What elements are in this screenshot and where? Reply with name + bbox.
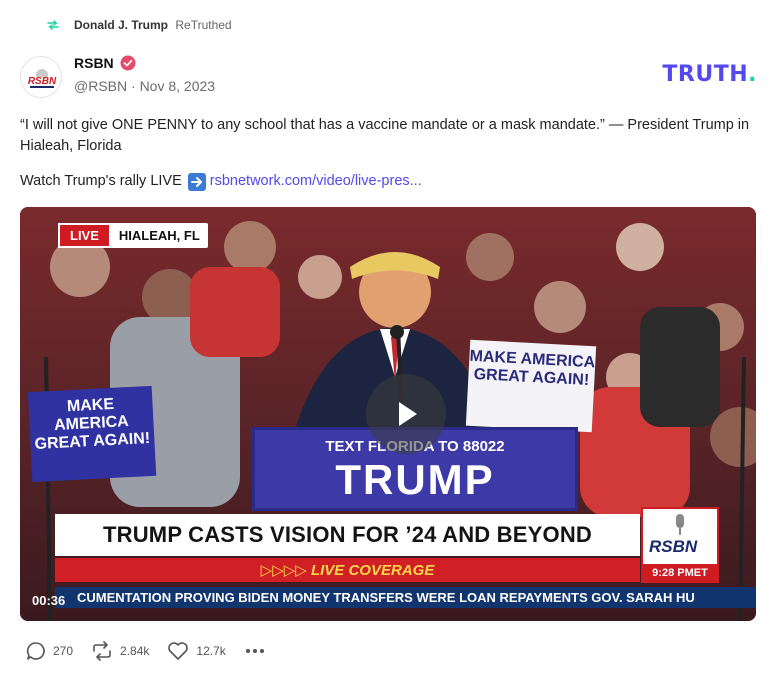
reply-button[interactable]: 270 bbox=[26, 641, 73, 661]
truth-logo[interactable]: TRUTH. bbox=[662, 62, 757, 87]
live-coverage-bar: ▷▷▷▷ LIVE COVERAGE bbox=[55, 558, 640, 582]
watch-line: Watch Trump's rally LIVE rsbnetwork.com/… bbox=[20, 171, 422, 192]
author-handle[interactable]: @RSBN bbox=[74, 78, 127, 94]
reply-icon bbox=[26, 642, 45, 660]
truth-logo-dot: . bbox=[748, 62, 757, 87]
avatar-text: RSBN bbox=[28, 76, 57, 87]
avatar[interactable]: RSBN bbox=[20, 56, 62, 98]
video-headline: TRUMP CASTS VISION FOR ’24 AND BEYOND bbox=[55, 514, 640, 556]
heart-icon bbox=[168, 642, 189, 660]
retruth-count: 2.84k bbox=[120, 644, 150, 658]
news-ticker: CUMENTATION PROVING BIDEN MONEY TRANSFER… bbox=[55, 587, 756, 608]
microphone-icon bbox=[676, 514, 684, 535]
truth-logo-text: TRUTH bbox=[662, 62, 749, 87]
like-button[interactable]: 12.7k bbox=[167, 641, 226, 661]
meta-separator: · bbox=[131, 78, 136, 94]
rsbn-bug-time: 9:28 PMET bbox=[643, 564, 717, 581]
rsbn-bug: RSBN 9:28 PMET bbox=[641, 507, 719, 583]
sign-right: MAKE AMERICA GREAT AGAIN! bbox=[465, 339, 597, 433]
like-count: 12.7k bbox=[196, 644, 226, 658]
podium-main-text: TRUMP bbox=[335, 456, 495, 503]
video-player[interactable]: MAKE AMERICA GREAT AGAIN! MAKE AMERICA G… bbox=[20, 207, 756, 621]
sign-left: MAKE AMERICA GREAT AGAIN! bbox=[27, 385, 157, 483]
retruth-action-icon bbox=[93, 641, 111, 661]
post-link[interactable]: rsbnetwork.com/video/live-pres... bbox=[210, 171, 422, 192]
live-location: HIALEAH, FL bbox=[118, 228, 200, 243]
retruth-header: Donald J. Trump ReTruthed bbox=[46, 18, 232, 32]
retruth-button[interactable]: 2.84k bbox=[91, 641, 149, 661]
play-button[interactable] bbox=[366, 374, 446, 454]
author-meta: @RSBN · Nov 8, 2023 bbox=[74, 78, 215, 94]
rsbn-bug-logo: RSBN bbox=[649, 537, 698, 556]
right-arrow-icon bbox=[187, 172, 206, 191]
retruth-user[interactable]: Donald J. Trump bbox=[74, 18, 168, 32]
live-badge: LIVE HIALEAH, FL bbox=[58, 223, 208, 248]
watch-prefix: Watch Trump's rally LIVE bbox=[20, 173, 182, 189]
author-name[interactable]: RSBN bbox=[74, 55, 114, 71]
post-date[interactable]: Nov 8, 2023 bbox=[140, 78, 216, 94]
retruth-verb: ReTruthed bbox=[175, 18, 232, 32]
post-text: “I will not give ONE PENNY to any school… bbox=[20, 117, 750, 154]
post-actions: 270 2.84k 12.7k bbox=[26, 641, 264, 661]
live-label: LIVE bbox=[58, 223, 111, 248]
verified-icon bbox=[120, 55, 136, 71]
author-name-row: RSBN bbox=[74, 55, 136, 71]
play-icon bbox=[399, 402, 417, 426]
retruth-icon bbox=[46, 18, 60, 32]
video-timecode: 00:36 bbox=[32, 593, 66, 608]
more-options-icon[interactable] bbox=[245, 649, 264, 653]
reply-count: 270 bbox=[53, 644, 74, 658]
